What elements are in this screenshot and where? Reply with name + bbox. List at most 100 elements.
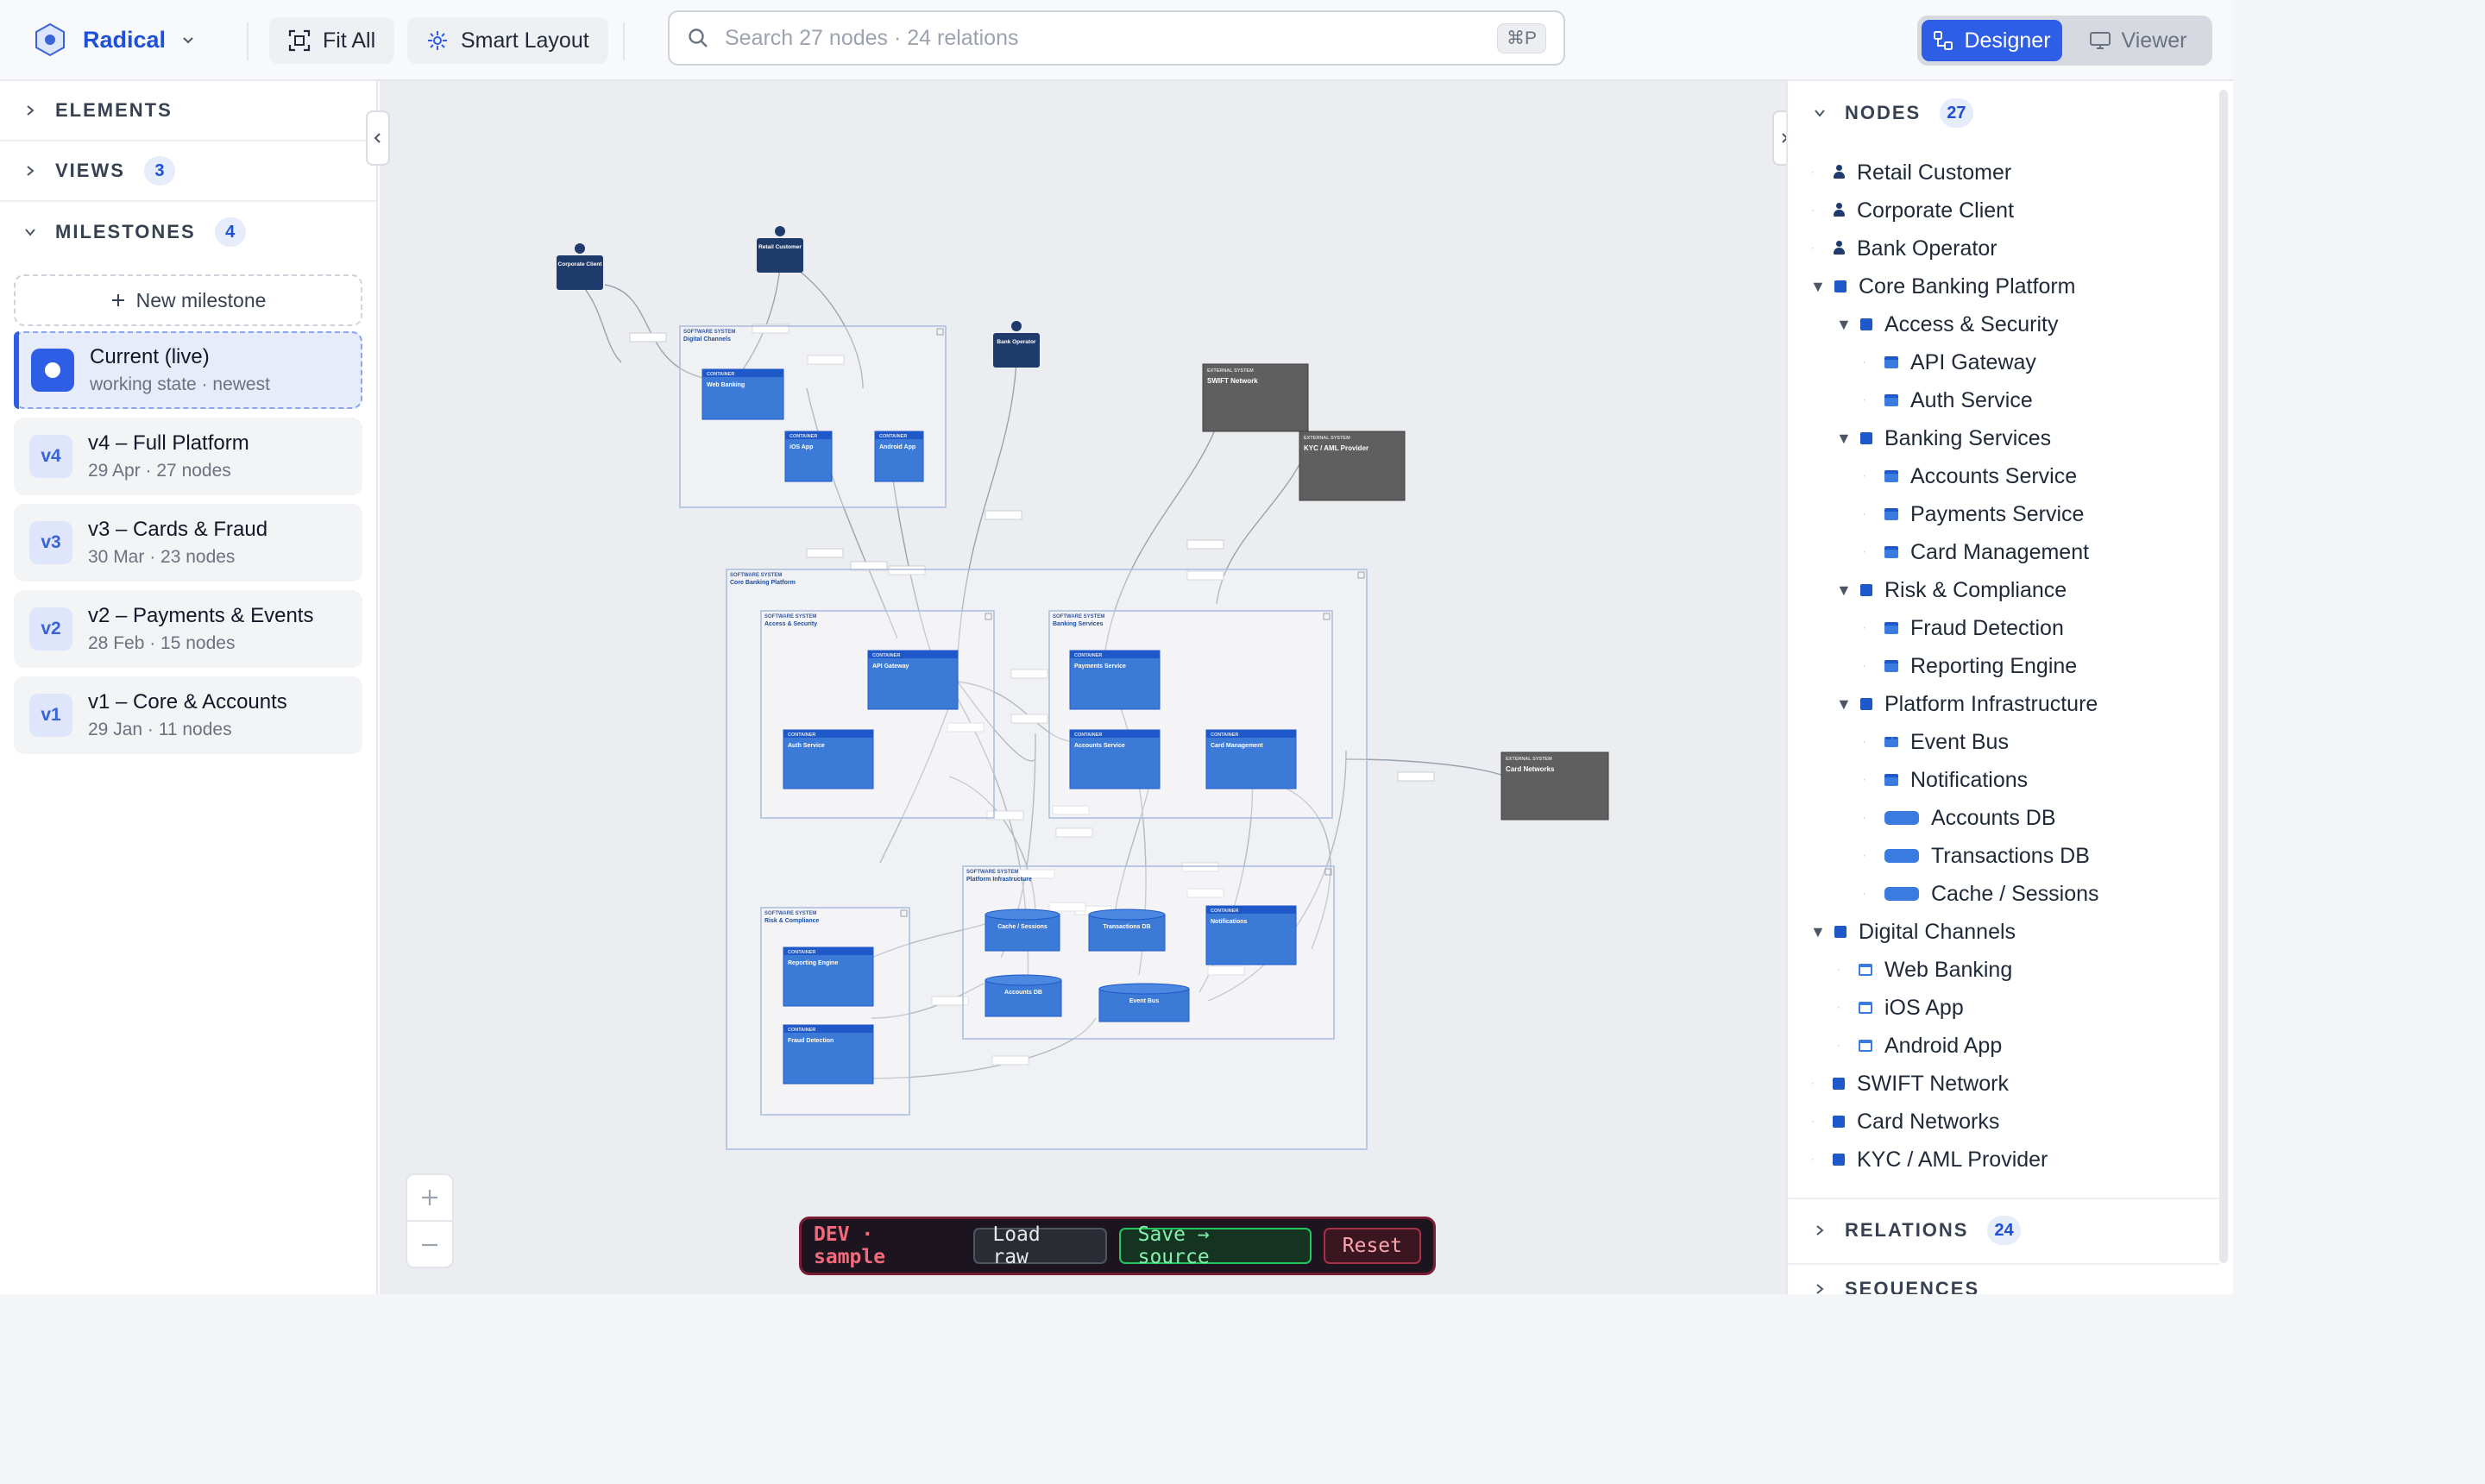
- expand-toggle-icon[interactable]: ▼: [1810, 278, 1834, 296]
- container-kind: CONTAINER: [707, 372, 734, 377]
- expand-toggle-icon[interactable]: ▼: [1836, 430, 1860, 448]
- leaf-dot-icon: ·: [1862, 544, 1867, 559]
- tree-node[interactable]: · Cache / Sessions: [1862, 875, 2099, 913]
- tree-node-label: iOS App: [1884, 995, 1964, 1020]
- views-section-header[interactable]: VIEWS 3: [0, 141, 376, 202]
- nodes-section-header[interactable]: NODES 27: [1788, 87, 2219, 139]
- container-kind: CONTAINER: [1074, 733, 1102, 738]
- expand-toggle-icon[interactable]: ▼: [1836, 316, 1860, 334]
- tree-node-label: Bank Operator: [1857, 236, 1997, 261]
- container-label: Android App: [879, 444, 915, 450]
- tree-node[interactable]: · Retail Customer: [1810, 154, 2011, 192]
- container-node: [1069, 650, 1161, 710]
- tree-node[interactable]: ▼ Risk & Compliance: [1836, 571, 2067, 609]
- tree-node[interactable]: · KYC / AML Provider: [1810, 1141, 2048, 1179]
- bus-icon: [1884, 737, 1898, 747]
- relation-label: [1186, 539, 1224, 550]
- tree-node[interactable]: · Web Banking: [1836, 951, 2012, 989]
- zoom-in-button[interactable]: [407, 1175, 452, 1222]
- tree-node[interactable]: · iOS App: [1836, 989, 1964, 1027]
- milestones-section-header[interactable]: MILESTONES 4: [0, 202, 376, 262]
- new-milestone-label: New milestone: [135, 288, 267, 311]
- container-icon: [1884, 470, 1898, 482]
- tree-node[interactable]: · Notifications: [1862, 761, 2028, 799]
- container-node: [783, 946, 874, 1007]
- designer-mode-button[interactable]: Designer: [1922, 20, 2062, 61]
- tree-node[interactable]: · Bank Operator: [1810, 230, 1997, 267]
- viewer-mode-button[interactable]: Viewer: [2067, 20, 2208, 61]
- container-label: Notifications: [1211, 919, 1247, 925]
- designer-label: Designer: [1964, 28, 2051, 53]
- tree-node[interactable]: ▼ Core Banking Platform: [1810, 267, 2076, 305]
- tree-node-label: Transactions DB: [1931, 843, 2090, 868]
- sequences-section-header[interactable]: SEQUENCES: [1788, 1263, 2219, 1294]
- search-box[interactable]: ⌘P: [668, 10, 1565, 66]
- system-icon: [1860, 432, 1872, 444]
- system-icon: [1834, 280, 1846, 292]
- reset-button[interactable]: Reset: [1323, 1228, 1421, 1264]
- milestone-title: v2 – Payments & Events: [88, 604, 314, 627]
- chevron-down-icon: [183, 37, 193, 44]
- tree-node[interactable]: · Accounts Service: [1862, 457, 2077, 495]
- fit-all-button[interactable]: Fit All: [269, 17, 395, 64]
- milestone-item[interactable]: v2 v2 – Payments & Events 28 Feb · 15 nod…: [14, 590, 362, 668]
- tree-node[interactable]: · Reporting Engine: [1862, 647, 2077, 685]
- search-input[interactable]: [725, 25, 1482, 51]
- designer-icon: [1934, 31, 1953, 50]
- tree-node[interactable]: · SWIFT Network: [1810, 1065, 2009, 1103]
- expand-toggle-icon[interactable]: ▼: [1836, 695, 1860, 714]
- container-node: [1069, 729, 1161, 789]
- app-switcher[interactable]: Radical: [33, 21, 195, 59]
- tree-node[interactable]: · Transactions DB: [1862, 837, 2090, 875]
- expand-toggle-icon[interactable]: ▼: [1810, 923, 1834, 941]
- architecture-diagram[interactable]: SOFTWARE SYSTEMDigital ChannelsSOFTWARE …: [380, 81, 1786, 1294]
- tree-node[interactable]: · Card Management: [1862, 533, 2089, 571]
- scrollbar[interactable]: [2219, 90, 2228, 1263]
- tree-node[interactable]: ▼ Platform Infrastructure: [1836, 685, 2098, 723]
- tree-node-label: KYC / AML Provider: [1857, 1147, 2048, 1172]
- group-kind: SOFTWARE SYSTEM: [764, 911, 816, 916]
- tree-node[interactable]: · Accounts DB: [1862, 799, 2056, 837]
- person-label: Retail Customer: [758, 244, 802, 250]
- diagram-canvas[interactable]: SOFTWARE SYSTEM Digital Channels SOFTWARE …: [380, 81, 1786, 1294]
- new-milestone-button[interactable]: New milestone: [14, 274, 362, 326]
- milestone-item[interactable]: v3 v3 – Cards & Fraud 30 Mar · 23 nodes: [14, 504, 362, 582]
- smart-layout-button[interactable]: Smart Layout: [407, 17, 608, 64]
- tree-node[interactable]: · Fraud Detection: [1862, 609, 2064, 647]
- load-raw-button[interactable]: Load raw: [973, 1223, 1107, 1268]
- collapse-left-button[interactable]: [366, 110, 390, 166]
- elements-section-header[interactable]: ELEMENTS: [0, 81, 376, 141]
- save-source-button[interactable]: Save → source: [1118, 1223, 1312, 1268]
- leaf-dot-icon: ·: [1862, 734, 1867, 749]
- relations-section-header[interactable]: RELATIONS 24: [1788, 1204, 2219, 1256]
- chevron-down-icon: [25, 229, 35, 236]
- tree-node[interactable]: · Corporate Client: [1810, 192, 2014, 230]
- tree-node[interactable]: · Auth Service: [1862, 381, 2033, 419]
- tree-node[interactable]: · Android App: [1836, 1027, 2002, 1065]
- system-icon: [1833, 1078, 1845, 1090]
- leaf-dot-icon: ·: [1862, 772, 1867, 787]
- tree-node-label: Fraud Detection: [1910, 615, 2064, 640]
- section-title: ELEMENTS: [55, 99, 173, 121]
- leaf-dot-icon: ·: [1862, 848, 1867, 863]
- zoom-out-button[interactable]: [407, 1222, 452, 1268]
- container-icon: [1884, 546, 1898, 558]
- tree-node-label: Card Networks: [1857, 1109, 2000, 1134]
- container-icon: [1884, 660, 1898, 672]
- tree-node[interactable]: · Payments Service: [1862, 495, 2084, 533]
- tree-node[interactable]: · Card Networks: [1810, 1103, 1999, 1141]
- tree-node[interactable]: ▼ Digital Channels: [1810, 913, 2016, 951]
- external-kind: EXTERNAL SYSTEM: [1207, 368, 1254, 374]
- chevron-right-icon: [27, 105, 35, 116]
- leaf-dot-icon: ·: [1810, 203, 1815, 217]
- tree-node[interactable]: · Event Bus: [1862, 723, 2009, 761]
- milestone-item[interactable]: v1 v1 – Core & Accounts 29 Jan · 11 nodes: [14, 676, 362, 754]
- tree-node[interactable]: · API Gateway: [1862, 343, 2036, 381]
- container-icon: [1884, 508, 1898, 520]
- database-label: Accounts DB: [1004, 990, 1042, 996]
- tree-node[interactable]: ▼ Banking Services: [1836, 419, 2051, 457]
- expand-toggle-icon[interactable]: ▼: [1836, 582, 1860, 600]
- tree-node[interactable]: ▼ Access & Security: [1836, 305, 2058, 343]
- milestone-item[interactable]: Current (live) working state · newest: [14, 331, 362, 409]
- milestone-item[interactable]: v4 v4 – Full Platform 29 Apr · 27 nodes: [14, 418, 362, 495]
